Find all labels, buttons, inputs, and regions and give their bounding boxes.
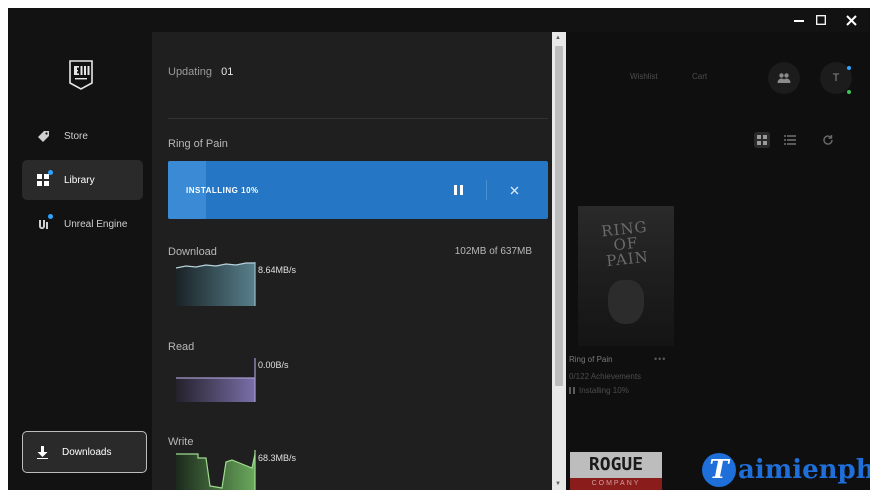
friends-icon xyxy=(777,73,791,83)
pause-icon xyxy=(453,185,463,195)
pause-small-icon xyxy=(569,387,575,394)
scroll-down-arrow[interactable]: ▼ xyxy=(555,481,561,487)
read-rate: 0.00B/s xyxy=(258,360,289,370)
achievements-count: 0/122 Achievements xyxy=(569,372,642,381)
sidebar-item-label: Downloads xyxy=(62,446,112,458)
sidebar-item-unreal-engine[interactable]: Unreal Engine xyxy=(22,204,143,244)
watermark-text: aimienphi xyxy=(738,455,870,485)
grid-view-button[interactable] xyxy=(754,132,770,148)
download-game-title: Ring of Pain xyxy=(168,138,228,150)
friends-button[interactable] xyxy=(768,62,800,94)
install-status-label: INSTALLING 10% xyxy=(186,186,259,195)
online-status-dot xyxy=(847,90,851,94)
scroll-up-arrow[interactable]: ▲ xyxy=(555,35,561,41)
scrollbar-thumb[interactable] xyxy=(555,46,563,386)
close-icon xyxy=(845,14,857,26)
refresh-button[interactable] xyxy=(820,132,836,148)
list-view-icon xyxy=(784,135,796,145)
sidebar-item-store[interactable]: Store xyxy=(22,116,143,156)
download-graph-label: Download xyxy=(168,246,217,258)
game-options-button[interactable]: ••• xyxy=(654,354,666,364)
unreal-icon xyxy=(36,214,53,231)
updating-label: Updating xyxy=(168,66,213,78)
grid-view-icon xyxy=(757,135,767,145)
library-install-status: Installing 10% xyxy=(569,386,629,395)
sidebar: Store Library Unreal Engine Downloads xyxy=(8,8,152,490)
avatar-initial: T xyxy=(832,72,840,84)
downloads-scrollbar[interactable]: ▲ ▼ xyxy=(552,32,566,490)
sidebar-item-label: Store xyxy=(64,130,88,142)
rogue-company-subtitle: COMPANY xyxy=(570,478,662,490)
library-install-status-text: Installing 10% xyxy=(579,386,629,395)
sidebar-item-label: Unreal Engine xyxy=(64,218,128,230)
close-window-button[interactable] xyxy=(838,10,864,30)
write-graph-area xyxy=(176,454,255,490)
maximize-button[interactable] xyxy=(808,10,834,30)
epic-logo-icon xyxy=(69,60,93,90)
cancel-download-button[interactable] xyxy=(504,180,524,200)
divider xyxy=(168,118,548,119)
write-speed-graph xyxy=(176,450,256,490)
maximize-icon xyxy=(816,15,826,25)
epic-games-launcher-window: Wishlist Cart T RING OF PAIN Ring of Pai… xyxy=(8,8,870,490)
notification-dot xyxy=(48,170,53,175)
download-icon xyxy=(37,445,48,459)
downloads-panel: Updating 01 Ring of Pain INSTALLING 10% … xyxy=(152,32,552,490)
download-progress-bar: INSTALLING 10% xyxy=(168,161,548,219)
cover-art-title: RING OF PAIN xyxy=(600,217,650,271)
refresh-icon xyxy=(823,135,833,145)
library-page: Wishlist Cart T RING OF PAIN Ring of Pai… xyxy=(564,32,870,490)
close-icon xyxy=(510,186,518,194)
download-graph-area xyxy=(176,263,255,306)
notification-dot xyxy=(48,214,53,219)
write-rate: 68.3MB/s xyxy=(258,453,297,463)
watermark-badge: T xyxy=(702,453,736,487)
grid-icon xyxy=(36,170,53,187)
download-rate: 8.64MB/s xyxy=(258,265,297,275)
cover-art-figure xyxy=(608,280,644,324)
library-game-title[interactable]: Ring of Pain xyxy=(569,355,613,364)
button-separator xyxy=(486,180,487,200)
download-size-readout: 102MB of 637MB xyxy=(454,246,532,257)
sidebar-item-library[interactable]: Library xyxy=(22,160,143,200)
minimize-icon xyxy=(794,20,804,22)
sidebar-item-downloads[interactable]: Downloads xyxy=(22,431,147,473)
pause-download-button[interactable] xyxy=(448,180,468,200)
write-graph-label: Write xyxy=(168,436,194,448)
read-graph-label: Read xyxy=(168,341,195,353)
read-speed-graph xyxy=(176,358,256,402)
updating-header: Updating 01 xyxy=(168,66,233,78)
sidebar-item-label: Library xyxy=(64,174,95,186)
watermark-logo: T aimienphi xyxy=(702,450,870,490)
wishlist-link[interactable]: Wishlist xyxy=(630,72,658,81)
read-graph-area xyxy=(176,378,255,402)
cart-link[interactable]: Cart xyxy=(692,72,707,81)
notification-dot xyxy=(847,66,851,70)
game-cover-ring-of-pain[interactable]: RING OF PAIN xyxy=(578,206,674,346)
tag-icon xyxy=(36,129,50,143)
epic-games-logo[interactable] xyxy=(68,60,94,90)
download-speed-graph xyxy=(176,262,256,306)
list-view-button[interactable] xyxy=(782,132,798,148)
updating-count: 01 xyxy=(221,66,234,78)
